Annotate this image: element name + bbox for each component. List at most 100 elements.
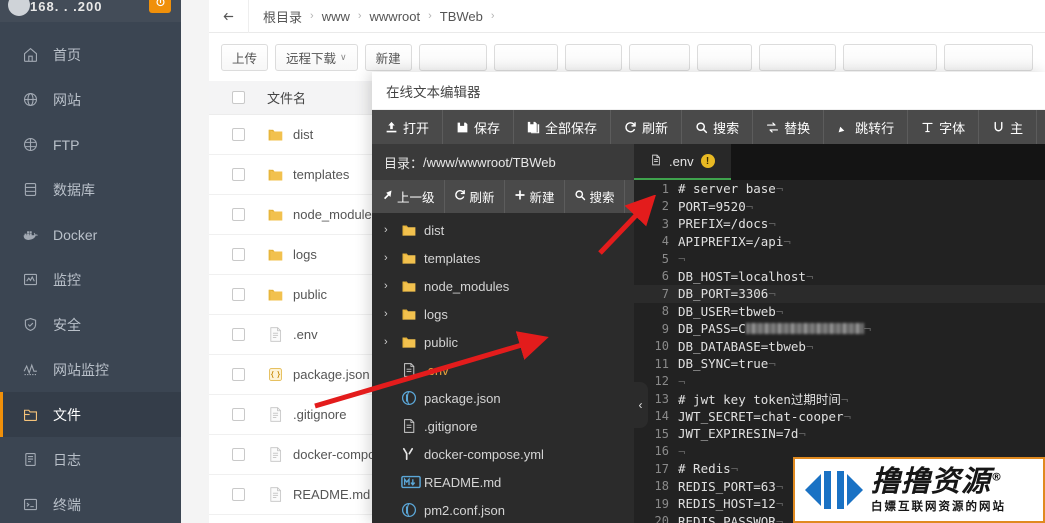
tree-new-button[interactable]: 新建 xyxy=(505,180,565,213)
code-line[interactable]: 6 DB_HOST=localhost¬ xyxy=(634,268,1045,286)
toolbar-button-hidden-3[interactable] xyxy=(565,43,622,71)
refresh-button[interactable]: 刷新 xyxy=(611,110,683,144)
eol-marker: ¬ xyxy=(678,373,686,389)
sidebar-item-ftp[interactable]: FTP xyxy=(0,122,181,167)
collapse-panel-handle[interactable]: ‹ xyxy=(634,382,648,428)
tree-item[interactable]: package.json xyxy=(372,384,634,412)
eol-marker: ¬ xyxy=(730,461,739,477)
toolbar-button-hidden-7[interactable] xyxy=(843,43,937,71)
tree-item[interactable]: › templates xyxy=(372,244,634,272)
chevron-right-icon[interactable]: › xyxy=(384,336,394,348)
toolbar-button-hidden-1[interactable] xyxy=(418,43,487,71)
row-checkbox[interactable] xyxy=(231,488,245,501)
save-all-button[interactable]: 全部保存 xyxy=(514,110,612,144)
tab-env[interactable]: .env ! xyxy=(634,144,731,180)
row-checkbox[interactable] xyxy=(231,128,245,141)
toolbar-button-hidden-2[interactable] xyxy=(493,43,559,71)
chevron-right-icon[interactable]: › xyxy=(384,252,394,264)
line-number: 2 xyxy=(661,199,669,214)
sidebar-item-security[interactable]: 安全 xyxy=(0,302,181,347)
sidebar-item-logs[interactable]: 日志 xyxy=(0,437,181,482)
row-checkbox-cell xyxy=(209,488,267,501)
chevron-right-icon[interactable]: › xyxy=(384,280,394,292)
tree-item[interactable]: pm2.conf.json xyxy=(372,496,634,523)
tree-refresh-button[interactable]: 刷新 xyxy=(445,180,505,213)
sidebar-item-home[interactable]: 首页 xyxy=(0,32,181,77)
code-line[interactable]: 10 DB_DATABASE=tbweb¬ xyxy=(634,338,1045,356)
code-line[interactable]: 11 DB_SYNC=true¬ xyxy=(634,355,1045,373)
power-icon[interactable] xyxy=(149,0,171,13)
back-arrow-icon[interactable] xyxy=(209,0,249,33)
sidebar-item-terminal[interactable]: 终端 xyxy=(0,482,181,523)
search-button[interactable]: 搜索 xyxy=(682,110,754,144)
code-line[interactable]: 12 ¬ xyxy=(634,373,1045,391)
sidebar-item-docker[interactable]: Docker xyxy=(0,212,181,257)
toolbar-button-hidden-4[interactable] xyxy=(629,43,690,71)
tree-item[interactable]: › dist xyxy=(372,216,634,244)
row-checkbox[interactable] xyxy=(231,288,245,301)
code-line[interactable]: 5 ¬ xyxy=(634,250,1045,268)
new-button-label: 新建 xyxy=(375,51,401,66)
row-checkbox[interactable] xyxy=(231,168,245,181)
toolbar-button-hidden-5[interactable] xyxy=(696,43,752,71)
row-checkbox[interactable] xyxy=(231,248,245,261)
breadcrumb-item-www[interactable]: www xyxy=(322,9,350,24)
code-line[interactable]: 15 JWT_EXPIRESIN=7d¬ xyxy=(634,425,1045,443)
tree-item[interactable]: docker-compose.yml xyxy=(372,440,634,468)
code-line[interactable]: 9 DB_PASS=C ¬ xyxy=(634,320,1045,338)
new-button[interactable]: 新建 xyxy=(364,43,412,71)
tree-item[interactable]: README.md xyxy=(372,468,634,496)
sidebar-item-website[interactable]: 网站 xyxy=(0,77,181,122)
code-line[interactable]: 1 # server base¬ xyxy=(634,180,1045,198)
goto-line-icon xyxy=(837,121,850,134)
breadcrumb-item-root[interactable]: 根目录 xyxy=(263,7,302,26)
font-button[interactable]: 字体 xyxy=(908,110,980,144)
tree-item[interactable]: › logs xyxy=(372,300,634,328)
sidebar-item-database[interactable]: 数据库 xyxy=(0,167,181,212)
select-all-checkbox[interactable] xyxy=(231,91,245,104)
row-filename: .gitignore xyxy=(293,407,347,422)
row-checkbox-cell xyxy=(209,448,267,461)
theme-icon xyxy=(992,121,1005,134)
breadcrumb-item-wwwroot[interactable]: wwwroot xyxy=(370,9,421,24)
code-line[interactable]: 4 APIPREFIX=/api¬ xyxy=(634,233,1045,251)
sidebar-item-monitor[interactable]: 监控 xyxy=(0,257,181,302)
sidebar-item-files[interactable]: 文件 xyxy=(0,392,181,437)
row-checkbox[interactable] xyxy=(231,328,245,341)
chevron-right-icon[interactable]: › xyxy=(384,308,394,320)
folder-icon xyxy=(401,278,417,294)
code-line[interactable]: 3 PREFIX=/docs¬ xyxy=(634,215,1045,233)
tree-search-button[interactable]: 搜索 xyxy=(565,180,625,213)
open-button[interactable]: 打开 xyxy=(372,110,444,144)
pulse-icon xyxy=(22,361,39,378)
goto-line-button[interactable]: 跳转行 xyxy=(824,110,909,144)
save-button[interactable]: 保存 xyxy=(443,110,515,144)
tree-item[interactable]: › node_modules xyxy=(372,272,634,300)
line-number: 11 xyxy=(654,356,669,371)
remote-download-button[interactable]: 远程下载 ∨ xyxy=(275,43,358,71)
file-icon xyxy=(401,446,417,462)
code-line[interactable]: 8 DB_USER=tbweb¬ xyxy=(634,303,1045,321)
breadcrumb-item-tbweb[interactable]: TBWeb xyxy=(440,9,483,24)
replace-button[interactable]: 替换 xyxy=(753,110,825,144)
theme-button[interactable]: 主 xyxy=(979,110,1038,144)
code-line[interactable]: 14 JWT_SECRET=chat-cooper¬ xyxy=(634,408,1045,426)
chevron-right-icon[interactable]: › xyxy=(384,224,394,236)
row-checkbox-cell xyxy=(209,208,267,221)
row-checkbox[interactable] xyxy=(231,408,245,421)
row-checkbox[interactable] xyxy=(231,208,245,221)
code-line[interactable]: 13 # jwt key token过期时间¬ xyxy=(634,390,1045,408)
code-line[interactable]: 2 PORT=9520¬ xyxy=(634,198,1045,216)
tree-item[interactable]: .gitignore xyxy=(372,412,634,440)
code-line[interactable]: 7 DB_PORT=3306¬ xyxy=(634,285,1045,303)
up-level-button[interactable]: 上一级 xyxy=(372,180,445,213)
toolbar-button-hidden-8[interactable] xyxy=(943,43,1034,71)
row-checkbox[interactable] xyxy=(231,448,245,461)
row-checkbox[interactable] xyxy=(231,368,245,381)
sidebar-item-site-monitor[interactable]: 网站监控 xyxy=(0,347,181,392)
tree-search-button-label: 搜索 xyxy=(589,191,615,205)
toolbar-button-hidden-6[interactable] xyxy=(758,43,837,71)
tree-item[interactable]: › public xyxy=(372,328,634,356)
upload-button[interactable]: 上传 xyxy=(221,43,269,71)
tree-item[interactable]: .env xyxy=(372,356,634,384)
